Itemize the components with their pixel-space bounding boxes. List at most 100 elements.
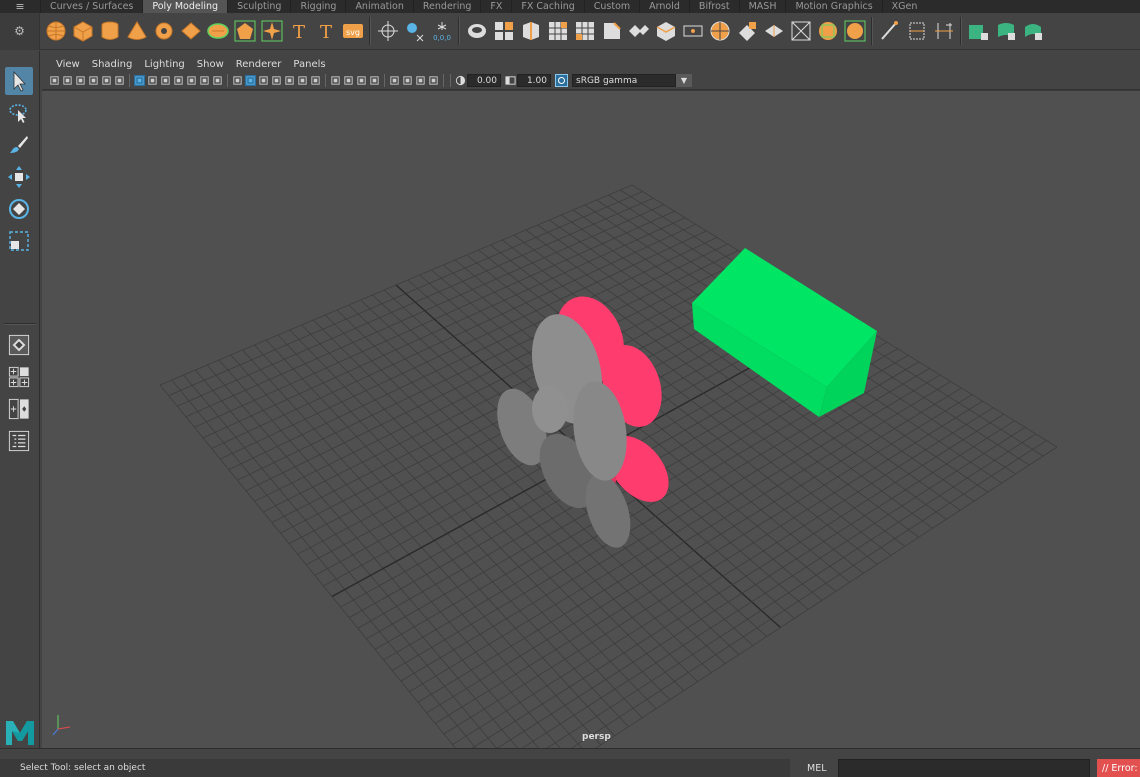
outliner-layout-button[interactable] [7, 429, 31, 453]
gray-petal[interactable] [532, 385, 568, 433]
shelf-tab[interactable]: Rendering [412, 0, 481, 13]
field-chart-icon[interactable] [186, 75, 197, 86]
quadrangulate-button[interactable] [814, 16, 841, 46]
bevel-tool-button[interactable] [876, 16, 903, 46]
use-all-lights-icon[interactable] [297, 75, 308, 86]
scene-canvas[interactable] [42, 91, 1140, 748]
box-object[interactable] [692, 248, 877, 417]
textured-icon[interactable] [284, 75, 295, 86]
shelf-tab[interactable]: XGen [881, 0, 927, 13]
screen-space-ao-icon[interactable] [330, 75, 341, 86]
uv-spherical-button[interactable] [1019, 16, 1046, 46]
bridge-button[interactable] [625, 16, 652, 46]
command-line-input[interactable] [838, 759, 1090, 777]
poly-plane-button[interactable] [177, 16, 204, 46]
panel-menu-show[interactable]: Show [191, 59, 230, 70]
chevron-down-icon[interactable]: ▼ [676, 74, 692, 87]
shelf-tab[interactable]: MASH [738, 0, 786, 13]
shelf-tab[interactable]: Custom [583, 0, 639, 13]
exposure-field[interactable]: 0.00 [467, 74, 501, 87]
camera-attributes-icon[interactable] [62, 75, 73, 86]
xray-active-icon[interactable] [428, 75, 439, 86]
connect-button[interactable] [787, 16, 814, 46]
shelf-tab[interactable]: Bifrost [688, 0, 739, 13]
shelf-menu-icon[interactable]: ≡ [0, 0, 40, 13]
shelf-gear-icon[interactable]: ⚙ [0, 12, 40, 50]
wireframe-on-shaded-icon[interactable] [271, 75, 282, 86]
multi-cut-button[interactable] [733, 16, 760, 46]
shelf-tab[interactable]: Poly Modeling [142, 0, 228, 13]
isolate-select-icon[interactable] [389, 75, 400, 86]
super-shape-button[interactable] [258, 16, 285, 46]
svg-tool-button[interactable]: svg [339, 16, 366, 46]
resolution-gate-icon[interactable] [160, 75, 171, 86]
xray-icon[interactable] [402, 75, 413, 86]
safe-title-icon[interactable] [212, 75, 223, 86]
poly-disc-button[interactable] [204, 16, 231, 46]
poly-cylinder-button[interactable] [96, 16, 123, 46]
insert-loop-button[interactable] [930, 16, 957, 46]
shelf-tab[interactable]: FX Caching [511, 0, 583, 13]
reset-transform-button[interactable]: 0,0,0 [428, 16, 455, 46]
freeze-transform-button[interactable] [401, 16, 428, 46]
smooth-shade-icon[interactable] [245, 75, 256, 86]
perspective-viewport[interactable]: persp [42, 91, 1140, 748]
two-view-layout-button[interactable] [7, 397, 31, 421]
poly-sphere-button[interactable] [42, 16, 69, 46]
boolean-difference-button[interactable] [571, 16, 598, 46]
shelf-tab[interactable]: Arnold [639, 0, 689, 13]
select-tool-button[interactable] [5, 67, 33, 95]
use-default-material-icon[interactable] [258, 75, 269, 86]
poly-torus-button[interactable] [150, 16, 177, 46]
shelf-tab[interactable]: Animation [345, 0, 412, 13]
panel-menu-lighting[interactable]: Lighting [138, 59, 190, 70]
gamma-field[interactable]: 1.00 [517, 74, 551, 87]
motion-blur-icon[interactable] [343, 75, 354, 86]
panel-menu-view[interactable]: View [50, 59, 86, 70]
shelf-tab[interactable]: Motion Graphics [785, 0, 881, 13]
two-d-pan-icon[interactable] [114, 75, 125, 86]
shelf-tab[interactable]: Sculpting [227, 0, 290, 13]
platonic-solid-button[interactable] [231, 16, 258, 46]
shadows-icon[interactable] [310, 75, 321, 86]
extrude-button[interactable] [652, 16, 679, 46]
panel-menu-panels[interactable]: Panels [287, 59, 331, 70]
uv-cylindrical-button[interactable] [992, 16, 1019, 46]
color-space-select[interactable]: sRGB gamma [572, 74, 676, 87]
lasso-tool-button[interactable] [5, 99, 33, 127]
shelf-tab[interactable]: Curves / Surfaces [40, 0, 142, 13]
single-perspective-layout-button[interactable] [7, 333, 31, 357]
combine-button[interactable] [463, 16, 490, 46]
move-tool-button[interactable] [5, 163, 33, 191]
append-to-polygon-button[interactable] [679, 16, 706, 46]
shelf-tab[interactable]: Rigging [290, 0, 345, 13]
paint-select-tool-button[interactable] [5, 131, 33, 159]
fill-hole-button[interactable] [706, 16, 733, 46]
type-tool-button[interactable]: T [312, 16, 339, 46]
scale-tool-button[interactable] [5, 227, 33, 255]
center-pivot-button[interactable] [374, 16, 401, 46]
four-view-layout-button[interactable] [7, 365, 31, 389]
panel-menu-shading[interactable]: Shading [86, 59, 139, 70]
separate-button[interactable] [490, 16, 517, 46]
film-gate-icon[interactable] [147, 75, 158, 86]
edge-loop-button[interactable] [903, 16, 930, 46]
safe-action-icon[interactable] [199, 75, 210, 86]
grease-pencil-icon[interactable] [101, 75, 112, 86]
sweep-mesh-button[interactable]: T [285, 16, 312, 46]
panel-menu-renderer[interactable]: Renderer [230, 59, 288, 70]
anti-alias-icon[interactable] [356, 75, 367, 86]
rotate-tool-button[interactable] [5, 195, 33, 223]
script-language-toggle[interactable]: MEL [797, 759, 837, 777]
color-management-icon[interactable] [555, 74, 568, 87]
uv-planar-button[interactable] [965, 16, 992, 46]
script-error-output[interactable]: // Error: [1097, 759, 1140, 777]
shelf-tab[interactable]: FX [480, 0, 511, 13]
select-camera-icon[interactable] [49, 75, 60, 86]
xray-joints-icon[interactable] [415, 75, 426, 86]
bookmark-icon[interactable] [75, 75, 86, 86]
image-plane-icon[interactable] [88, 75, 99, 86]
gate-mask-icon[interactable] [173, 75, 184, 86]
boolean-union-button[interactable] [544, 16, 571, 46]
wireframe-icon[interactable] [232, 75, 243, 86]
